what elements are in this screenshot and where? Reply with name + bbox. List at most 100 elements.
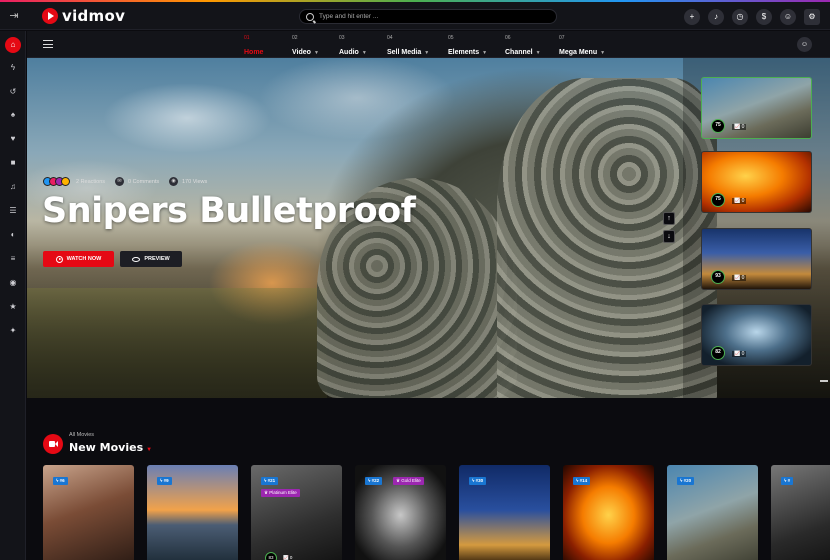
hero-title[interactable]: Snipers Bulletproof <box>42 191 416 231</box>
layers-icon[interactable]: ≡ <box>5 251 21 267</box>
hero-thumb[interactable]: 75 📈 0 <box>701 151 812 213</box>
gear-icon[interactable]: ⚙ <box>804 9 820 25</box>
sidebar: ⌂ ϟ ↺ ♠ ♥ ■ ♫ ☰ ◐ ≡ ◉ ★ ✦ <box>0 31 26 560</box>
chevron-down-icon: ▼ <box>424 50 430 56</box>
elite-label: Gold Elite <box>401 478 421 483</box>
movie-card[interactable]: ϟ # <box>771 465 830 560</box>
watch-now-button[interactable]: WATCH NOW <box>43 251 114 267</box>
movie-card[interactable]: ϟ #9 <box>147 465 238 560</box>
media-icon[interactable]: ◐ <box>5 227 21 243</box>
heart-icon[interactable]: ♥ <box>5 131 21 147</box>
nav-number: 03 <box>339 35 345 41</box>
movie-card[interactable]: ϟ #14 <box>563 465 654 560</box>
movie-number: # <box>787 478 791 483</box>
eye-icon <box>132 256 141 262</box>
movie-card[interactable]: ϟ #6 <box>43 465 134 560</box>
nav-number: 02 <box>292 35 298 41</box>
thumb-scrollbar[interactable] <box>820 380 828 382</box>
movie-row: ϟ #6 ϟ #9 ϟ #21 ♛ Platinum Elite 83 📈 0 … <box>43 465 830 560</box>
plus-icon[interactable]: + <box>684 9 700 25</box>
section-subtitle: All Movies <box>69 432 95 438</box>
section-heading: All Movies New Movies ▼ <box>69 432 152 456</box>
slide-up-arrow-icon[interactable]: ↑ <box>663 212 675 225</box>
dollar-icon[interactable]: $ <box>756 9 772 25</box>
history-icon[interactable]: ↺ <box>5 84 21 100</box>
movie-number: #30 <box>475 478 484 483</box>
logo[interactable]: vidmov <box>42 7 125 25</box>
clock-icon[interactable]: ◷ <box>732 9 748 25</box>
movie-card[interactable]: ϟ #21 ♛ Platinum Elite 83 📈 0 <box>251 465 342 560</box>
chevron-down-icon: ▼ <box>600 50 606 56</box>
movie-number: #14 <box>579 478 588 483</box>
views-count: 170 Views <box>182 178 208 185</box>
star-icon[interactable]: ★ <box>5 299 21 315</box>
collapse-sidebar-icon[interactable]: ⇥ <box>6 8 22 24</box>
nav-video[interactable]: 02 Video ▼ <box>292 35 319 59</box>
search-icon <box>306 12 314 21</box>
nav-label: Sell Media ▼ <box>387 49 429 56</box>
views-meta: ◉ 170 Views <box>169 177 207 186</box>
user-add-icon[interactable]: ☺ <box>780 9 796 25</box>
nav-label-text: Audio <box>339 49 359 56</box>
comments-count: 0 Comments <box>128 178 160 185</box>
search-bar[interactable] <box>299 9 557 24</box>
hero-thumb[interactable]: 82 📈 0 <box>701 304 812 366</box>
thumbs-up-icon[interactable]: ✦ <box>5 323 21 339</box>
nav-label-text: Video <box>292 49 311 56</box>
rating-badge: 83 <box>265 552 277 560</box>
play-icon <box>55 255 63 263</box>
movie-stat: 📈 0 <box>283 555 293 560</box>
logo-play-icon <box>42 8 58 24</box>
video-icon[interactable]: ■ <box>5 155 21 171</box>
nav-number: 04 <box>387 35 393 41</box>
comments-meta[interactable]: ✉ 0 Comments <box>115 177 159 186</box>
hero-thumb[interactable]: 93 📈 0 <box>701 228 812 290</box>
chevron-down-icon[interactable]: ▼ <box>146 447 152 453</box>
nav-label-text: Channel <box>505 49 533 56</box>
reactions[interactable]: 2 Reactions <box>43 177 105 186</box>
preview-button[interactable]: PREVIEW <box>120 251 182 267</box>
nav-sell-media[interactable]: 04 Sell Media ▼ <box>387 35 429 59</box>
logo-text: vidmov <box>62 7 126 25</box>
hero-thumb[interactable]: 75 📈 0 <box>701 77 812 139</box>
nav-label-text: Elements <box>448 49 480 56</box>
elite-badge: ♛ Gold Elite <box>393 477 424 485</box>
user-icon[interactable]: ☺ <box>797 37 812 52</box>
bolt-icon[interactable]: ϟ <box>5 60 21 76</box>
nav-label: Audio ▼ <box>339 49 367 56</box>
slide-down-arrow-icon[interactable]: ↓ <box>663 230 675 243</box>
rating-badge: 75 <box>711 193 725 207</box>
nav-label-text: Mega Menu <box>559 49 598 56</box>
hero-banner[interactable]: 2 Reactions ✉ 0 Comments ◉ 170 Views Sni… <box>27 58 830 398</box>
movie-number-badge: ϟ #6 <box>53 477 68 485</box>
nav-label-text: Sell Media <box>387 49 422 56</box>
nav-number: 01 <box>244 35 250 41</box>
elite-badge: ♛ Platinum Elite <box>261 489 300 497</box>
bell-icon[interactable]: ♪ <box>708 9 724 25</box>
movie-card[interactable]: ϟ #20 <box>667 465 758 560</box>
menu-icon[interactable] <box>43 40 53 48</box>
movie-number-badge: ϟ #20 <box>677 477 695 485</box>
music-icon[interactable]: ♫ <box>5 179 21 195</box>
movie-number: #9 <box>163 478 169 483</box>
movie-card[interactable]: ϟ #22 ♛ Gold Elite <box>355 465 446 560</box>
nav-channel[interactable]: 06 Channel ▼ <box>505 35 541 59</box>
thumb-stat-value: 0 <box>741 198 745 204</box>
list-icon[interactable]: ☰ <box>5 203 21 219</box>
movie-card[interactable]: ϟ #30 <box>459 465 550 560</box>
nav-audio[interactable]: 03 Audio ▼ <box>339 35 367 59</box>
thumb-stat-value: 0 <box>741 124 745 130</box>
home-icon[interactable]: ⌂ <box>5 37 21 53</box>
movie-number-badge: ϟ #22 <box>365 477 383 485</box>
nav-mega-menu[interactable]: 07 Mega Menu ▼ <box>559 35 605 59</box>
section-header: All Movies New Movies ▼ <box>43 432 152 456</box>
nav-number: 05 <box>448 35 454 41</box>
bell-icon[interactable]: ♠ <box>5 107 21 123</box>
section-title[interactable]: New Movies <box>69 441 143 454</box>
movie-number-badge: ϟ #14 <box>573 477 591 485</box>
channel-icon[interactable]: ◉ <box>5 275 21 291</box>
search-input[interactable] <box>319 13 519 20</box>
nav-elements[interactable]: 05 Elements ▼ <box>448 35 487 59</box>
nav-home[interactable]: 01 Home <box>244 35 263 59</box>
top-bar: ⇥ vidmov + ♪ ◷ $ ☺ ⚙ <box>0 2 830 30</box>
